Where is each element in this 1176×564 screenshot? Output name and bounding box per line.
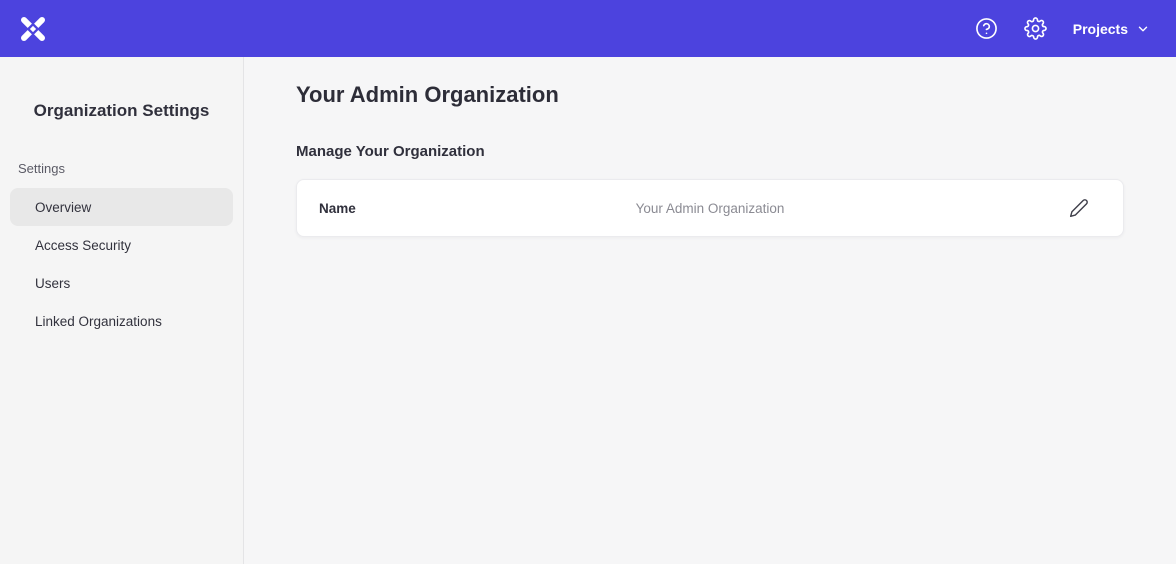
sidebar-item-label: Overview — [35, 200, 91, 215]
settings-button[interactable] — [1024, 17, 1047, 40]
name-setting-card: Name Your Admin Organization — [296, 179, 1124, 237]
sidebar-item-users[interactable]: Users — [10, 264, 233, 302]
settings-section-label: Settings — [18, 161, 243, 176]
gear-icon — [1024, 17, 1047, 40]
sidebar: Organization Settings Settings Overview … — [0, 57, 244, 564]
chevron-down-icon — [1136, 22, 1150, 36]
sidebar-title: Organization Settings — [0, 101, 243, 121]
projects-dropdown-label: Projects — [1073, 21, 1128, 37]
help-circle-icon — [975, 17, 998, 40]
sidebar-item-label: Access Security — [35, 238, 131, 253]
topbar-actions: Projects — [975, 17, 1150, 40]
page-layout: Organization Settings Settings Overview … — [0, 57, 1176, 564]
help-button[interactable] — [975, 17, 998, 40]
top-navigation-bar: Projects — [0, 0, 1176, 57]
pencil-icon — [1069, 198, 1089, 218]
mixpanel-x-icon — [18, 15, 48, 43]
projects-dropdown[interactable]: Projects — [1073, 21, 1150, 37]
section-title: Manage Your Organization — [296, 142, 1124, 162]
sidebar-item-label: Users — [35, 276, 70, 291]
name-field-value: Your Admin Organization — [636, 201, 785, 216]
sidebar-item-linked-organizations[interactable]: Linked Organizations — [10, 302, 233, 340]
sidebar-nav: Overview Access Security Users Linked Or… — [0, 188, 243, 340]
edit-name-button[interactable] — [1065, 194, 1093, 222]
sidebar-item-label: Linked Organizations — [35, 314, 162, 329]
mixpanel-logo[interactable] — [18, 15, 48, 43]
sidebar-item-overview[interactable]: Overview — [10, 188, 233, 226]
main-content: Your Admin Organization Manage Your Orga… — [244, 57, 1176, 564]
sidebar-item-access-security[interactable]: Access Security — [10, 226, 233, 264]
name-field-label: Name — [319, 201, 356, 216]
page-title: Your Admin Organization — [296, 81, 1124, 109]
